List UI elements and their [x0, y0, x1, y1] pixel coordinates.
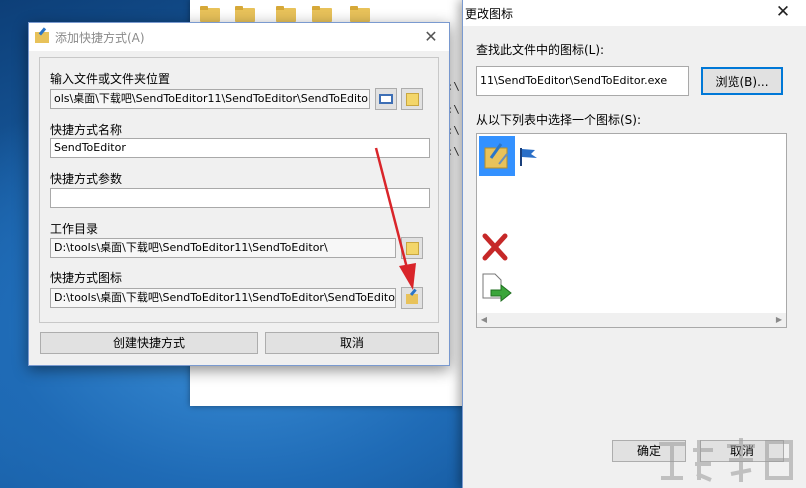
window-icon	[379, 94, 393, 104]
workdir-field[interactable]: D:\tools\桌面\下载吧\SendToEditor11\SendToEdi…	[50, 238, 396, 258]
flag-icon	[520, 148, 537, 166]
target-path-field[interactable]: ols\桌面\下载吧\SendToEditor11\SendToEditor\S…	[50, 89, 370, 109]
dialog-title: 添加快捷方式(A)	[55, 30, 145, 45]
icon-file-path-input[interactable]: 11\SendToEditor\SendToEditor.exe	[476, 66, 689, 96]
icon-list-label: 从以下列表中选择一个图标(S):	[476, 113, 642, 127]
select-window-button[interactable]	[375, 88, 397, 110]
list-item[interactable]	[517, 136, 553, 176]
browse-target-button[interactable]	[401, 88, 423, 110]
folder-icon[interactable]	[276, 6, 296, 22]
watermark-logo	[659, 438, 793, 482]
scroll-left-icon[interactable]: ◀	[477, 313, 491, 327]
list-item[interactable]	[479, 136, 515, 176]
sendtoeditor-icon	[484, 143, 508, 169]
horizontal-scrollbar[interactable]: ◀ ▶	[477, 313, 786, 327]
icon-file-path-text: 11\SendToEditor\SendToEditor.exe	[480, 74, 668, 87]
args-label: 快捷方式参数	[50, 172, 123, 186]
browse-button[interactable]: 浏览(B)...	[701, 67, 783, 95]
cancel-button[interactable]: 取消	[265, 332, 439, 354]
workdir-label: 工作目录	[50, 222, 99, 236]
dialog-titlebar: 更改图标 ✕	[463, 0, 806, 26]
list-item[interactable]	[479, 226, 515, 266]
folder-icon[interactable]	[200, 6, 220, 22]
close-icon[interactable]: ✕	[421, 27, 441, 47]
icon-path-field[interactable]: D:\tools\桌面\下载吧\SendToEditor11\SendToEdi…	[50, 288, 396, 308]
change-icon-dialog: 更改图标 ✕ 查找此文件中的图标(L): 11\SendToEditor\Sen…	[462, 0, 806, 488]
scroll-right-icon[interactable]: ▶	[772, 313, 786, 327]
app-icon	[35, 30, 49, 44]
icon-label: 快捷方式图标	[50, 271, 123, 285]
delete-x-icon	[482, 233, 508, 261]
close-icon[interactable]: ✕	[773, 2, 793, 22]
find-icon-label: 查找此文件中的图标(L):	[476, 43, 605, 57]
create-shortcut-button[interactable]: 创建快捷方式	[40, 332, 258, 354]
folder-icon[interactable]	[235, 6, 255, 22]
list-item[interactable]	[479, 268, 515, 308]
icon-list[interactable]: ◀ ▶	[476, 133, 787, 328]
annotation-arrow-icon	[374, 147, 416, 290]
folder-icon	[406, 93, 419, 106]
folder-icon[interactable]	[350, 6, 370, 22]
send-to-file-icon	[482, 273, 512, 303]
folder-icon[interactable]	[312, 6, 332, 22]
target-label: 输入文件或文件夹位置	[50, 72, 171, 86]
dialog-titlebar: 添加快捷方式(A) ✕	[29, 23, 449, 51]
dialog-title: 更改图标	[465, 6, 514, 21]
name-label: 快捷方式名称	[50, 123, 123, 137]
